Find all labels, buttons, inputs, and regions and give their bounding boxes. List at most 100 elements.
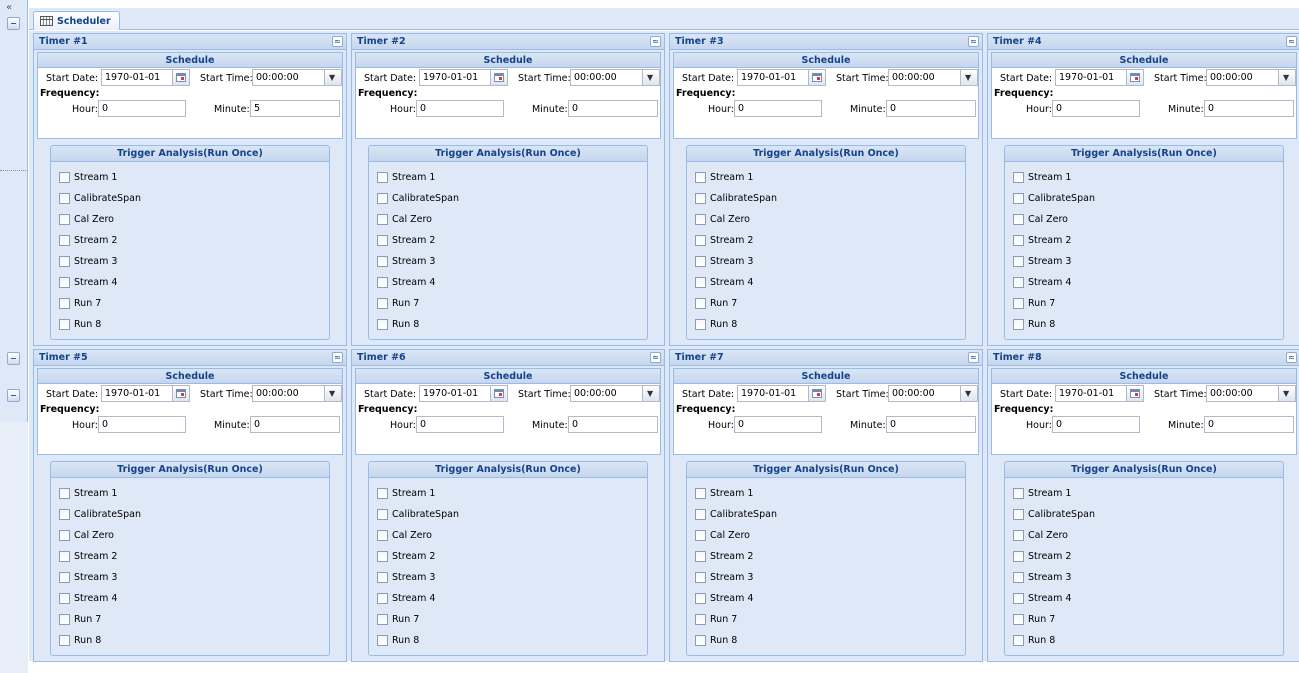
checkbox[interactable] (377, 635, 388, 646)
collapse-panel-icon[interactable]: ≈ (1286, 36, 1297, 47)
checkbox-row[interactable]: Cal Zero (695, 525, 965, 546)
minute-input[interactable]: 0 (886, 416, 976, 433)
checkbox-row[interactable]: Stream 4 (377, 272, 647, 293)
checkbox-row[interactable]: Run 8 (377, 630, 647, 651)
start-time-select[interactable]: 00:00:00 (1206, 385, 1279, 402)
collapse-panel-icon[interactable]: ≈ (650, 352, 661, 363)
checkbox[interactable] (377, 214, 388, 225)
start-time-select[interactable]: 00:00:00 (888, 385, 961, 402)
checkbox-row[interactable]: Run 7 (695, 609, 965, 630)
checkbox[interactable] (1013, 298, 1024, 309)
collapse-tool-icon[interactable] (7, 17, 20, 30)
checkbox-row[interactable]: CalibrateSpan (695, 504, 965, 525)
checkbox-row[interactable]: Run 8 (59, 630, 329, 651)
hour-input[interactable]: 0 (734, 100, 822, 117)
checkbox-row[interactable]: Cal Zero (1013, 525, 1283, 546)
checkbox-row[interactable]: CalibrateSpan (695, 188, 965, 209)
checkbox[interactable] (695, 298, 706, 309)
checkbox[interactable] (695, 572, 706, 583)
checkbox[interactable] (1013, 530, 1024, 541)
checkbox[interactable] (1013, 214, 1024, 225)
checkbox[interactable] (695, 214, 706, 225)
hour-input[interactable]: 0 (98, 416, 186, 433)
checkbox-row[interactable]: Stream 2 (377, 546, 647, 567)
hour-input[interactable]: 0 (416, 416, 504, 433)
start-date-input[interactable]: 1970-01-01 (737, 385, 809, 402)
tab-scheduler[interactable]: Scheduler (33, 11, 120, 30)
checkbox-row[interactable]: Run 8 (59, 314, 329, 335)
checkbox[interactable] (59, 319, 70, 330)
checkbox-row[interactable]: CalibrateSpan (1013, 504, 1283, 525)
checkbox-row[interactable]: CalibrateSpan (59, 188, 329, 209)
checkbox[interactable] (695, 319, 706, 330)
checkbox[interactable] (695, 509, 706, 520)
checkbox[interactable] (1013, 488, 1024, 499)
checkbox-row[interactable]: Run 7 (59, 609, 329, 630)
checkbox[interactable] (1013, 509, 1024, 520)
start-date-input[interactable]: 1970-01-01 (419, 385, 491, 402)
checkbox[interactable] (59, 235, 70, 246)
time-dropdown-button[interactable]: ▼ (1279, 69, 1296, 86)
checkbox-row[interactable]: Run 7 (1013, 293, 1283, 314)
start-date-input[interactable]: 1970-01-01 (737, 69, 809, 86)
checkbox-row[interactable]: Stream 2 (695, 546, 965, 567)
checkbox-row[interactable]: Stream 2 (1013, 230, 1283, 251)
checkbox-row[interactable]: Stream 2 (377, 230, 647, 251)
time-dropdown-button[interactable]: ▼ (325, 385, 342, 402)
checkbox[interactable] (59, 298, 70, 309)
minute-input[interactable]: 0 (250, 416, 340, 433)
checkbox[interactable] (377, 277, 388, 288)
checkbox-row[interactable]: Stream 3 (1013, 567, 1283, 588)
start-date-input[interactable]: 1970-01-01 (1055, 385, 1127, 402)
checkbox[interactable] (1013, 635, 1024, 646)
checkbox-row[interactable]: Stream 4 (695, 588, 965, 609)
checkbox[interactable] (59, 488, 70, 499)
checkbox-row[interactable]: Run 7 (695, 293, 965, 314)
checkbox-row[interactable]: Stream 4 (59, 272, 329, 293)
minute-input[interactable]: 0 (1204, 416, 1294, 433)
checkbox-row[interactable]: Run 8 (695, 314, 965, 335)
checkbox[interactable] (1013, 593, 1024, 604)
checkbox[interactable] (1013, 551, 1024, 562)
checkbox-row[interactable]: Stream 2 (1013, 546, 1283, 567)
checkbox[interactable] (377, 551, 388, 562)
date-picker-button[interactable] (491, 69, 508, 86)
start-date-input[interactable]: 1970-01-01 (1055, 69, 1127, 86)
checkbox[interactable] (377, 488, 388, 499)
checkbox-row[interactable]: Stream 3 (695, 567, 965, 588)
checkbox-row[interactable]: Stream 4 (695, 272, 965, 293)
collapse-panel-icon[interactable]: ≈ (332, 352, 343, 363)
start-time-select[interactable]: 00:00:00 (570, 385, 643, 402)
checkbox[interactable] (377, 172, 388, 183)
date-picker-button[interactable] (1127, 69, 1144, 86)
date-picker-button[interactable] (809, 69, 826, 86)
date-picker-button[interactable] (809, 385, 826, 402)
start-date-input[interactable]: 1970-01-01 (101, 69, 173, 86)
checkbox-row[interactable]: Run 8 (1013, 314, 1283, 335)
collapse-panel-icon[interactable]: ≈ (1286, 352, 1297, 363)
checkbox[interactable] (377, 319, 388, 330)
checkbox-row[interactable]: CalibrateSpan (59, 504, 329, 525)
checkbox[interactable] (377, 593, 388, 604)
checkbox-row[interactable]: Stream 4 (1013, 272, 1283, 293)
checkbox[interactable] (59, 551, 70, 562)
time-dropdown-button[interactable]: ▼ (325, 69, 342, 86)
checkbox-row[interactable]: Run 8 (377, 314, 647, 335)
date-picker-button[interactable] (173, 69, 190, 86)
checkbox[interactable] (695, 235, 706, 246)
checkbox-row[interactable]: Stream 3 (695, 251, 965, 272)
checkbox-row[interactable]: Stream 3 (59, 567, 329, 588)
minute-input[interactable]: 0 (1204, 100, 1294, 117)
minute-input[interactable]: 0 (568, 416, 658, 433)
checkbox[interactable] (377, 614, 388, 625)
checkbox-row[interactable]: Stream 2 (59, 230, 329, 251)
checkbox[interactable] (695, 172, 706, 183)
time-dropdown-button[interactable]: ▼ (961, 69, 978, 86)
checkbox[interactable] (695, 635, 706, 646)
checkbox[interactable] (695, 530, 706, 541)
minute-input[interactable]: 0 (886, 100, 976, 117)
checkbox-row[interactable]: Cal Zero (377, 525, 647, 546)
hour-input[interactable]: 0 (1052, 100, 1140, 117)
checkbox-row[interactable]: Stream 3 (1013, 251, 1283, 272)
hour-input[interactable]: 0 (416, 100, 504, 117)
